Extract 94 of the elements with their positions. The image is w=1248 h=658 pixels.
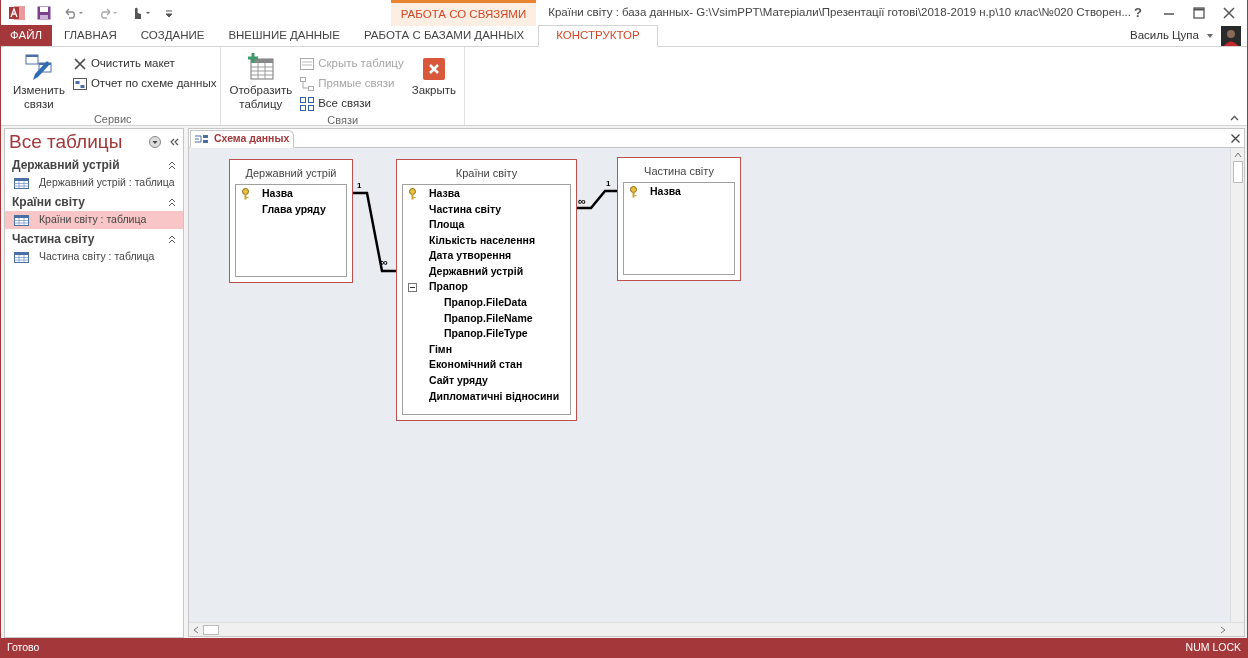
field-row[interactable]: Глава уряду [236,201,346,218]
ribbon-button[interactable]: Отобразить таблицу [225,51,297,112]
close-icon[interactable] [1231,134,1240,143]
many-label: ∞ [578,195,586,207]
file-tab[interactable]: ФАЙЛ [1,25,52,46]
nav-item[interactable]: Державний устрій : таблица [5,174,183,192]
close-icon [72,56,87,71]
navigation-title: Все таблицы [9,129,124,154]
ribbon-tab[interactable]: ГЛАВНАЯ [52,25,129,46]
dropdown-icon[interactable] [1207,34,1213,38]
field-row[interactable]: Назва [403,186,570,202]
one-label: 1 [606,179,611,188]
collapse-pane-icon[interactable] [169,137,179,147]
context-tab-title: РАБОТА СО СВЯЗЯМИ [390,0,537,26]
field-row[interactable]: Назва [624,184,734,200]
ribbon-tab[interactable]: КОНСТРУКТОР [538,25,658,47]
relationship-line[interactable] [577,189,617,210]
table-title: Частина світу [643,164,715,179]
nav-group-header[interactable]: Країни світу [5,193,183,211]
ribbon-button[interactable]: Все связи [300,95,404,112]
field-row[interactable]: Кількість населення [403,232,570,249]
table-window[interactable]: Частина світу Назва [617,157,741,281]
save-icon[interactable] [37,6,51,20]
key-icon [628,185,638,198]
horizontal-scrollbar[interactable] [189,622,1244,636]
collapse-ribbon-icon[interactable] [1230,115,1239,121]
collapse-icon [168,234,176,244]
field-row[interactable]: Прапор.FileData [403,295,570,311]
document-tab[interactable]: Схема данных [190,130,295,148]
user-name[interactable]: Василь Цупа [1129,27,1199,45]
ribbon-button[interactable]: Закрыть [407,51,460,112]
key-icon [407,187,417,200]
scroll-thumb[interactable] [203,624,219,635]
collapse-icon[interactable] [407,282,417,292]
field-row[interactable]: Економічний стан [403,357,570,374]
relationships-icon [195,134,208,144]
ribbon-button[interactable]: Изменить связи [9,51,69,111]
dropdown-icon[interactable] [149,136,161,148]
customize-toolbar-icon[interactable] [165,8,173,18]
nav-item[interactable]: Країни світу : таблица [5,211,183,229]
table-window[interactable] [396,159,577,421]
field-row[interactable]: Дипломатичні відносини [403,388,570,405]
table-title: Державний устрій [244,166,338,181]
status-text: Готово [7,640,40,656]
scroll-thumb[interactable] [1232,161,1243,183]
relationship-line[interactable] [353,191,396,273]
report-icon [72,76,87,91]
ribbon-tab[interactable]: РАБОТА С БАЗАМИ ДАННЫХ [351,25,537,46]
window-title: Країни світу : база данных- G:\VsimPPT\Матеріали\Презентації готові\2018-2019 н.р\10 клас\№020 Створен... [547,5,1131,21]
field-row[interactable]: Площа [403,217,570,233]
scroll-up-icon[interactable] [1233,152,1242,158]
help-button[interactable]: ? [1131,3,1145,23]
ribbon-tab[interactable]: ВНЕШНИЕ ДАННЫЕ [216,25,352,46]
nav-item[interactable]: Частина світу : таблица [5,248,183,266]
field-row[interactable]: Дата утворення [403,248,570,264]
undo-icon[interactable] [63,7,85,19]
ribbon-tab[interactable]: СОЗДАНИЕ [128,25,217,46]
field-row[interactable]: Державний устрій [403,263,570,280]
nav-group-header[interactable]: Державний устрій [5,156,183,174]
nav-group-header[interactable]: Частина світу [5,230,183,248]
field-row[interactable]: Прапор.FileName [403,310,570,327]
table-icon [14,251,29,263]
field-row[interactable]: Гімн [403,341,570,358]
ribbon-button[interactable]: Очистить макет [72,55,217,72]
avatar-icon[interactable] [1221,26,1241,46]
field-row[interactable]: Назва [236,186,346,202]
close-icon [422,58,445,80]
edit-relationships-icon [24,53,53,81]
table-window[interactable]: Державний устрій Назва Глава уряду [229,159,353,283]
field-row[interactable]: Сайт уряду [403,373,570,389]
scroll-left-icon[interactable] [193,625,199,634]
one-label: 1 [357,181,362,190]
collapse-icon [168,197,176,207]
close-icon[interactable] [1223,7,1235,19]
ribbon-button[interactable]: Отчет по схеме данных [72,75,217,92]
table-icon [14,177,29,189]
field-row[interactable]: Частина світу [403,201,570,218]
collapse-icon [168,160,176,170]
table-icon [300,56,315,71]
key-icon [240,187,250,200]
group-label: Связи [326,113,360,128]
table-title: Країни світу [454,166,519,181]
all-relationships-icon [300,96,315,111]
app-logo-icon [9,5,25,21]
vertical-scrollbar[interactable] [1230,148,1244,622]
add-table-icon [246,53,275,81]
num-lock-indicator: NUM LOCK [1185,640,1241,656]
relationship-icon [300,76,315,91]
field-row[interactable]: Прапор [403,279,570,296]
table-icon [14,214,29,226]
field-row[interactable]: Прапор.FileType [403,326,570,342]
maximize-icon[interactable] [1193,7,1205,19]
group-label: Сервис [92,112,133,127]
scroll-right-icon[interactable] [1220,625,1226,634]
